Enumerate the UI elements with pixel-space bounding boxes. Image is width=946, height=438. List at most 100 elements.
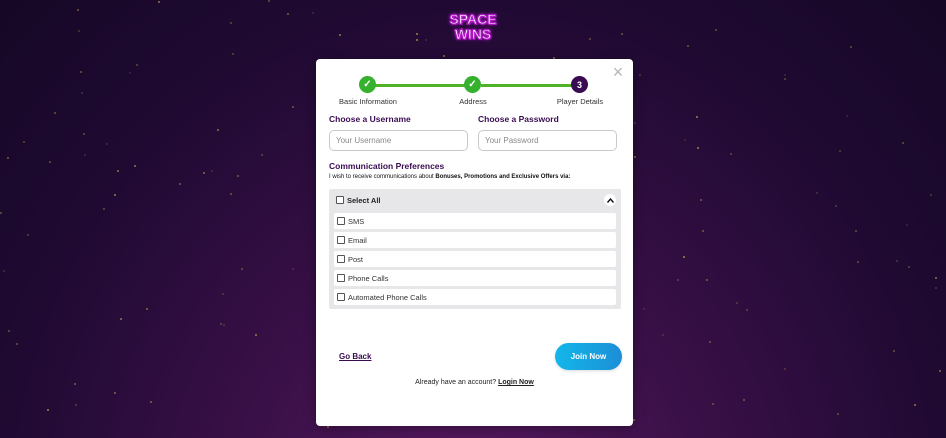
star bbox=[291, 105, 294, 108]
star bbox=[425, 39, 428, 42]
login-now-link[interactable]: Login Now bbox=[498, 379, 534, 386]
option-automated-phone-calls[interactable]: Automated Phone Calls bbox=[334, 289, 616, 305]
select-all-row[interactable]: Select All bbox=[329, 189, 621, 211]
star bbox=[935, 287, 937, 290]
star bbox=[415, 32, 418, 35]
star bbox=[236, 175, 239, 178]
star bbox=[178, 182, 181, 185]
star bbox=[697, 147, 700, 150]
star bbox=[934, 276, 937, 279]
star bbox=[223, 323, 226, 326]
option-phone-calls[interactable]: Phone Calls bbox=[334, 270, 616, 286]
option-post[interactable]: Post bbox=[334, 251, 616, 267]
star bbox=[589, 37, 592, 40]
star bbox=[846, 115, 849, 118]
option-label: Automated Phone Calls bbox=[348, 292, 427, 302]
star bbox=[210, 170, 213, 173]
option-email[interactable]: Email bbox=[334, 232, 616, 248]
star bbox=[74, 383, 77, 386]
select-all-label: Select All bbox=[347, 195, 381, 205]
star bbox=[145, 308, 148, 311]
star bbox=[15, 342, 18, 345]
go-back-link[interactable]: Go Back bbox=[339, 352, 371, 361]
star bbox=[856, 261, 859, 264]
star bbox=[6, 156, 9, 159]
star bbox=[150, 401, 153, 404]
password-input[interactable] bbox=[478, 130, 617, 151]
star bbox=[736, 302, 739, 305]
star bbox=[47, 409, 50, 412]
step-label-player-details: Player Details bbox=[556, 97, 604, 106]
star bbox=[231, 53, 234, 56]
star bbox=[855, 230, 858, 233]
star bbox=[683, 256, 686, 259]
registration-modal: × ✓ ✓ 3 Basic Information Address Player… bbox=[316, 59, 633, 426]
communication-preferences-title: Communication Preferences bbox=[329, 161, 445, 171]
automated-phone-calls-checkbox[interactable] bbox=[337, 293, 345, 301]
star bbox=[217, 129, 220, 132]
select-all-checkbox[interactable] bbox=[336, 196, 344, 204]
star bbox=[905, 224, 908, 227]
phone-calls-checkbox[interactable] bbox=[337, 274, 345, 282]
username-input[interactable] bbox=[329, 130, 468, 151]
star bbox=[260, 153, 263, 156]
star bbox=[620, 33, 623, 36]
star bbox=[834, 205, 837, 208]
star bbox=[700, 198, 703, 201]
logo-line-1: SPACE bbox=[449, 11, 497, 27]
star bbox=[634, 122, 637, 125]
star bbox=[22, 141, 25, 144]
star bbox=[128, 71, 131, 74]
logo-line-2: WINS bbox=[454, 26, 492, 42]
star bbox=[75, 403, 78, 406]
email-checkbox[interactable] bbox=[337, 236, 345, 244]
join-now-button[interactable]: Join Now bbox=[555, 343, 622, 370]
option-label: Email bbox=[348, 235, 367, 245]
star bbox=[287, 12, 289, 15]
space-wins-logo: SPACE WINS bbox=[449, 8, 497, 46]
star bbox=[27, 234, 30, 237]
star bbox=[695, 116, 698, 119]
communication-preferences-intro: I wish to receive communications about B… bbox=[329, 174, 570, 180]
star bbox=[230, 193, 233, 196]
username-label: Choose a Username bbox=[329, 114, 411, 124]
star bbox=[135, 64, 138, 67]
star bbox=[120, 317, 123, 320]
option-label: SMS bbox=[348, 216, 365, 226]
star bbox=[849, 45, 852, 48]
star bbox=[83, 133, 86, 136]
star bbox=[711, 403, 714, 406]
star bbox=[714, 29, 717, 32]
sms-checkbox[interactable] bbox=[337, 217, 345, 225]
chevron-up-icon[interactable] bbox=[604, 194, 616, 206]
star bbox=[157, 1, 160, 4]
post-checkbox[interactable] bbox=[337, 255, 345, 263]
star bbox=[783, 77, 786, 80]
option-sms[interactable]: SMS bbox=[334, 213, 616, 229]
star bbox=[784, 73, 787, 76]
star bbox=[705, 279, 708, 282]
star bbox=[708, 341, 711, 344]
star bbox=[102, 208, 105, 211]
star bbox=[133, 164, 136, 167]
star bbox=[442, 54, 445, 57]
step-label-address: Address bbox=[459, 97, 487, 106]
star bbox=[676, 278, 679, 281]
step-connector-2 bbox=[481, 84, 580, 87]
star bbox=[114, 193, 116, 196]
star bbox=[634, 155, 637, 158]
step-2-check-icon: ✓ bbox=[464, 76, 481, 93]
star bbox=[901, 141, 904, 144]
star bbox=[895, 259, 898, 262]
progress-stepper: ✓ ✓ 3 Basic Information Address Player D… bbox=[316, 76, 633, 116]
star bbox=[81, 91, 84, 94]
star bbox=[312, 11, 315, 14]
step-3-number: 3 bbox=[571, 76, 588, 93]
star bbox=[815, 192, 818, 195]
star bbox=[7, 329, 10, 332]
star bbox=[203, 171, 206, 174]
star bbox=[0, 212, 3, 215]
star bbox=[939, 369, 942, 372]
star bbox=[327, 426, 330, 429]
star bbox=[643, 308, 646, 311]
